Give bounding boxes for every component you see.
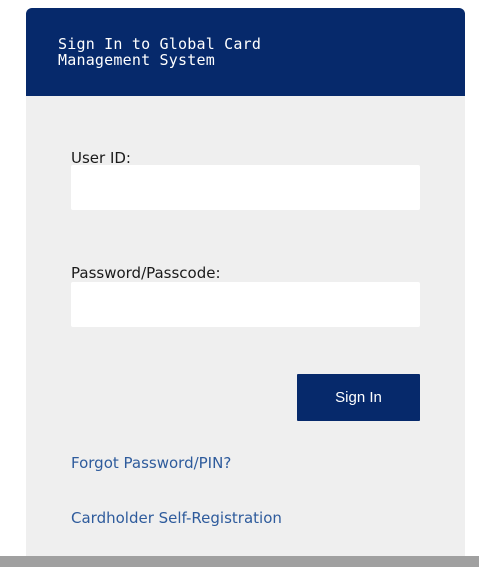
page-title: Sign In to Global Card Management System (58, 35, 262, 69)
panel-header: Sign In to Global Card Management System (26, 8, 465, 96)
login-panel: Sign In to Global Card Management System… (26, 8, 465, 567)
password-input[interactable] (71, 282, 420, 327)
user-id-input[interactable] (71, 165, 420, 210)
footer-bar (0, 556, 479, 567)
sign-in-button[interactable]: Sign In (297, 374, 420, 421)
forgot-password-link[interactable]: Forgot Password/PIN? (71, 454, 231, 472)
password-label: Password/Passcode: (71, 264, 221, 282)
self-registration-link[interactable]: Cardholder Self-Registration (71, 509, 282, 527)
